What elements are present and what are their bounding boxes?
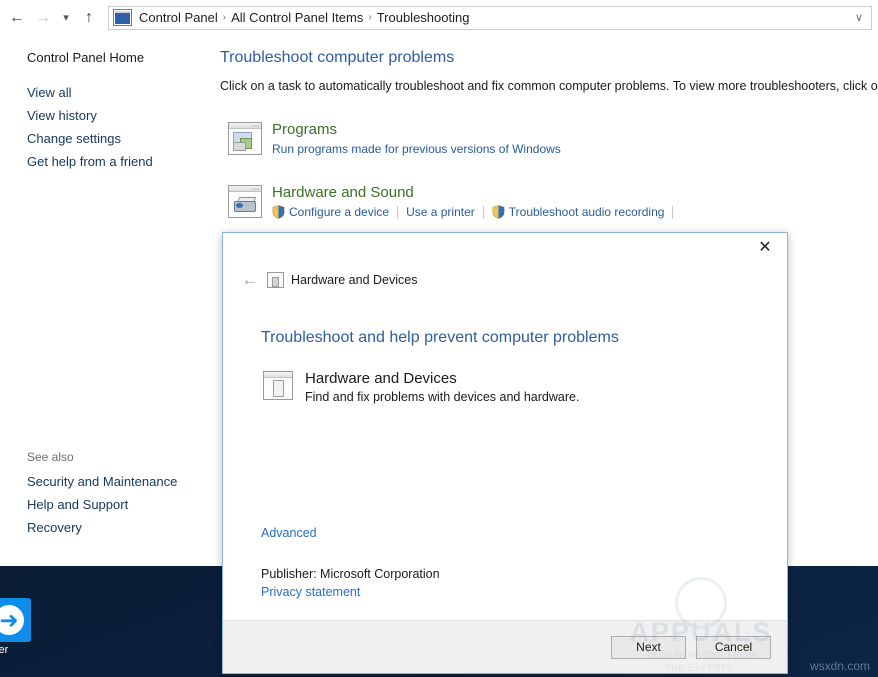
teamviewer-icon <box>0 598 31 642</box>
task-divider <box>482 205 484 219</box>
shield-icon <box>272 205 285 219</box>
dialog-titlebar: ✕ <box>223 233 787 263</box>
breadcrumb-item-0[interactable]: Control Panel <box>135 10 222 25</box>
task-divider <box>397 205 399 219</box>
troubleshooter-item-description: Find and fix problems with devices and h… <box>305 390 580 404</box>
forward-button[interactable]: → <box>30 5 56 31</box>
sidebar-item-view-all[interactable]: View all <box>0 81 220 104</box>
category-subtitle-programs[interactable]: Run programs made for previous versions … <box>272 141 561 157</box>
computer-tower-icon <box>263 371 293 400</box>
dialog-nav-row: ← Hardware and Devices <box>223 263 787 289</box>
troubleshooter-item[interactable]: Hardware and Devices Find and fix proble… <box>263 369 787 406</box>
task-label: Use a printer <box>406 205 475 219</box>
category-task-list: Configure a device Use a printer Trouble… <box>272 205 681 219</box>
sidebar-item-change-settings[interactable]: Change settings <box>0 127 220 150</box>
next-button[interactable]: Next <box>611 635 686 659</box>
back-button[interactable]: ← <box>4 5 30 31</box>
sidebar-item-recovery[interactable]: Recovery <box>0 516 177 539</box>
sidebar: Control Panel Home View all View history… <box>0 35 220 566</box>
sidebar-item-security-and-maintenance[interactable]: Security and Maintenance <box>0 470 177 493</box>
troubleshooter-dialog: ✕ ← Hardware and Devices Troubleshoot an… <box>222 232 788 674</box>
control-panel-icon <box>113 9 132 26</box>
category-title-hardware-and-sound[interactable]: Hardware and Sound <box>272 183 681 202</box>
close-icon[interactable]: ✕ <box>743 233 787 261</box>
programs-icon: ••• <box>228 122 262 155</box>
task-configure-a-device[interactable]: Configure a device <box>272 205 389 219</box>
sidebar-item-control-panel-home[interactable]: Control Panel Home <box>0 49 220 67</box>
task-label: Troubleshoot audio recording <box>508 205 665 219</box>
see-also-section: See also Security and Maintenance Help a… <box>0 447 177 539</box>
dialog-content: Troubleshoot and help prevent computer p… <box>223 289 787 673</box>
breadcrumb-item-1[interactable]: All Control Panel Items <box>227 10 367 25</box>
desktop-icon-label-line2: p <box>0 656 40 668</box>
sidebar-item-get-help-from-a-friend[interactable]: Get help from a friend <box>0 150 220 173</box>
back-icon[interactable]: ← <box>237 271 263 289</box>
troubleshooter-item-title: Hardware and Devices <box>305 370 457 387</box>
hardware-devices-icon <box>267 272 284 288</box>
sidebar-item-help-and-support[interactable]: Help and Support <box>0 493 177 516</box>
chevron-down-icon[interactable]: ∨ <box>851 11 869 24</box>
task-divider <box>672 205 674 219</box>
publisher-text: Publisher: Microsoft Corporation <box>261 567 440 581</box>
dialog-heading: Troubleshoot and help prevent computer p… <box>261 329 619 346</box>
see-also-title: See also <box>27 450 74 464</box>
dialog-footer: Next Cancel <box>223 620 787 673</box>
advanced-link[interactable]: Advanced <box>261 526 440 540</box>
address-bar[interactable]: Control Panel › All Control Panel Items … <box>108 5 872 30</box>
desktop-icon-teamviewer[interactable]: iewer p <box>0 598 40 668</box>
privacy-statement-link[interactable]: Privacy statement <box>261 583 440 602</box>
printer-icon: ••• <box>228 185 262 218</box>
dialog-bottom-info: Advanced Publisher: Microsoft Corporatio… <box>261 526 440 602</box>
task-troubleshoot-audio-recording[interactable]: Troubleshoot audio recording <box>492 205 665 219</box>
cancel-button[interactable]: Cancel <box>696 635 771 659</box>
navigation-bar: ← → ▾ ↑ Control Panel › All Control Pane… <box>0 0 878 35</box>
task-use-a-printer[interactable]: Use a printer <box>406 205 475 219</box>
shield-icon <box>492 205 505 219</box>
category-hardware-and-sound: ••• Hardware and Sound Configure a devic… <box>220 183 878 219</box>
task-label: Configure a device <box>289 205 390 219</box>
sidebar-item-view-history[interactable]: View history <box>0 104 220 127</box>
category-programs: ••• Programs Run programs made for previ… <box>220 120 878 157</box>
page-description: Click on a task to automatically trouble… <box>220 79 878 93</box>
recent-locations-button[interactable]: ▾ <box>56 5 76 31</box>
desktop-icon-label-line1: iewer <box>0 644 9 656</box>
breadcrumb-item-2[interactable]: Troubleshooting <box>373 10 474 25</box>
up-button[interactable]: ↑ <box>76 5 102 31</box>
dialog-nav-title: Hardware and Devices <box>291 273 418 287</box>
category-title-programs[interactable]: Programs <box>272 120 561 139</box>
page-title: Troubleshoot computer problems <box>220 49 455 66</box>
